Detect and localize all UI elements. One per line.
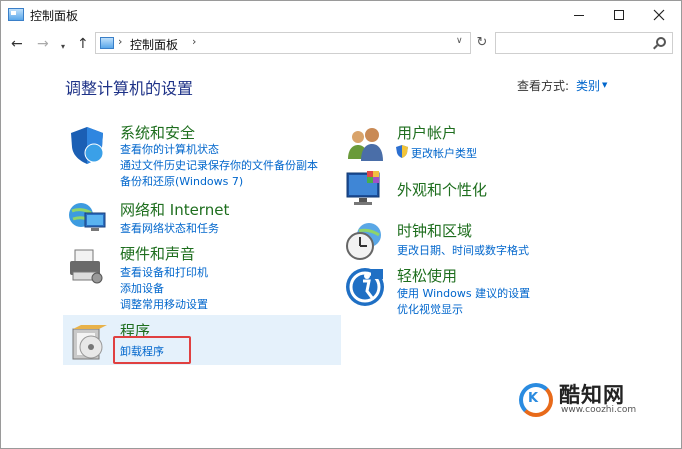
category-system-security[interactable]: 系统和安全 <box>120 122 195 143</box>
forward-button[interactable]: → <box>37 34 49 54</box>
link-change-date-time-format[interactable]: 更改日期、时间或数字格式 <box>397 242 529 258</box>
close-button[interactable] <box>639 1 679 29</box>
programs-disc-icon[interactable] <box>69 323 109 363</box>
printer-icon[interactable] <box>67 246 107 286</box>
view-by-dropdown[interactable]: 类别 <box>576 77 600 94</box>
breadcrumb-control-panel[interactable]: 控制面板 <box>130 36 178 53</box>
watermark-url: www.coozhi.com <box>561 405 637 415</box>
minimize-icon <box>574 14 584 16</box>
title-bar: 控制面板 <box>1 1 681 29</box>
shield-icon[interactable] <box>67 125 107 165</box>
link-file-history-backup[interactable]: 通过文件历史记录保存你的文件备份副本 <box>120 157 318 173</box>
category-clock-region[interactable]: 时钟和区域 <box>397 220 472 241</box>
search-input[interactable] <box>495 32 673 54</box>
window-title: 控制面板 <box>30 9 79 23</box>
back-button[interactable]: ← <box>11 34 23 54</box>
link-recommended-settings[interactable]: 使用 Windows 建议的设置 <box>397 285 530 301</box>
link-backup-restore[interactable]: 备份和还原(Windows 7) <box>120 173 243 189</box>
search-icon <box>656 37 666 47</box>
maximize-icon <box>614 10 624 20</box>
maximize-button[interactable] <box>599 1 639 29</box>
category-user-accounts[interactable]: 用户帐户 <box>397 122 457 143</box>
breadcrumb-separator: › <box>118 35 123 48</box>
link-optimize-visual-display[interactable]: 优化视觉显示 <box>397 301 463 317</box>
annotation-highlight-box <box>113 336 191 364</box>
link-view-computer-status[interactable]: 查看你的计算机状态 <box>120 141 219 157</box>
breadcrumb-separator[interactable]: › <box>192 35 196 48</box>
address-dropdown-icon[interactable]: ∨ <box>456 36 463 46</box>
refresh-button[interactable]: ↻ <box>473 32 491 54</box>
link-devices-printers[interactable]: 查看设备和打印机 <box>120 264 208 280</box>
link-add-device[interactable]: 添加设备 <box>120 280 164 296</box>
category-ease-of-access[interactable]: 轻松使用 <box>397 265 457 286</box>
appearance-monitor-icon[interactable] <box>345 169 385 209</box>
link-mobility-settings[interactable]: 调整常用移动设置 <box>120 296 208 312</box>
clock-globe-icon[interactable] <box>345 221 385 261</box>
view-by-label: 查看方式: <box>517 79 570 93</box>
users-icon[interactable] <box>345 125 385 165</box>
network-globe-icon[interactable] <box>67 197 107 237</box>
up-button[interactable]: ↑ <box>77 34 89 54</box>
control-panel-icon <box>100 37 114 49</box>
ease-of-access-icon[interactable] <box>345 267 385 307</box>
link-change-account-type[interactable]: 更改帐户类型 <box>411 145 477 161</box>
control-panel-icon <box>8 8 24 21</box>
close-icon <box>653 9 665 21</box>
control-panel-window: 控制面板 ← → ▾ ↑ › 控制面板 › ∨ ↻ 调整计算机的设置 查看方式:… <box>0 0 682 449</box>
address-bar[interactable]: › 控制面板 › ∨ <box>95 32 471 54</box>
navigation-bar: ← → ▾ ↑ › 控制面板 › ∨ ↻ <box>1 29 681 59</box>
minimize-button[interactable] <box>559 1 599 29</box>
page-title: 调整计算机的设置 <box>65 79 194 98</box>
watermark-logo-letter: K <box>528 391 539 406</box>
recent-locations-button[interactable]: ▾ <box>61 37 65 57</box>
category-network-internet[interactable]: 网络和 Internet <box>120 199 229 220</box>
category-appearance-personalization[interactable]: 外观和个性化 <box>397 179 487 200</box>
link-network-status[interactable]: 查看网络状态和任务 <box>120 220 219 236</box>
uac-shield-icon <box>396 145 408 158</box>
chevron-down-icon[interactable]: ▼ <box>602 81 607 89</box>
category-hardware-sound[interactable]: 硬件和声音 <box>120 243 195 264</box>
